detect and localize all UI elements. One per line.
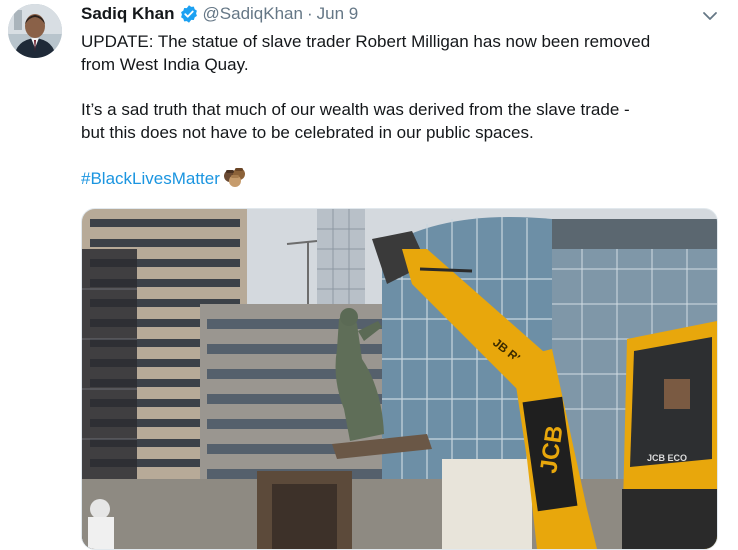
author-name[interactable]: Sadiq Khan xyxy=(81,4,175,24)
tweet-text-line: It’s a sad truth that much of our wealth… xyxy=(81,100,630,119)
raised-fist-icon xyxy=(222,166,248,188)
hashtag-line: #BlackLivesMatter xyxy=(81,166,721,190)
tweet-text-line: but this does not have to be celebrated … xyxy=(81,123,534,142)
tweet-video[interactable]: JB RINK JCB JCB ECO xyxy=(81,208,718,550)
tweet[interactable]: Sadiq Khan @SadiqKhan · Jun 9 UPDATE: Th… xyxy=(0,0,738,550)
author-handle[interactable]: @SadiqKhan xyxy=(203,4,303,24)
chevron-down-icon[interactable] xyxy=(700,6,720,26)
separator-dot: · xyxy=(306,4,313,23)
cab-label: JCB ECO xyxy=(647,453,687,463)
tweet-header: Sadiq Khan @SadiqKhan · Jun 9 xyxy=(81,2,358,26)
tweet-text: UPDATE: The statue of slave trader Rober… xyxy=(81,30,721,190)
tweet-text-line: from West India Quay. xyxy=(81,55,249,74)
avatar[interactable] xyxy=(8,4,62,58)
tweet-text-line: UPDATE: The statue of slave trader Rober… xyxy=(81,32,651,51)
tweet-date[interactable]: Jun 9 xyxy=(317,4,359,24)
hashtag-link[interactable]: #BlackLivesMatter xyxy=(81,169,220,188)
verified-icon xyxy=(179,4,199,24)
